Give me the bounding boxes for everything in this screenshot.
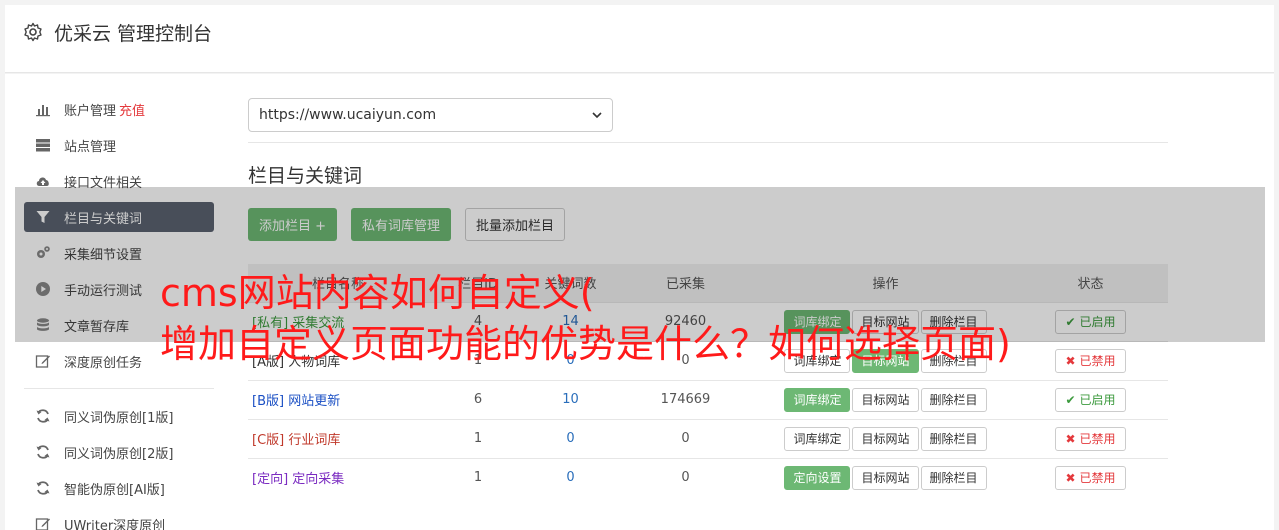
sidebar-item-collect-settings[interactable]: 采集细节设置: [24, 238, 214, 268]
sidebar-item-label: 智能伪原创[AI版]: [64, 482, 165, 498]
sidebar-item-label: 同义词伪原创[2版]: [64, 446, 174, 462]
sidebar-item-synonym-v2[interactable]: 同义词伪原创[2版]: [24, 437, 214, 467]
column-name-cell[interactable]: [B版] 网站更新: [248, 379, 428, 419]
server-icon: [35, 137, 51, 153]
table-row: [C版] 行业词库 1 0 0 词库绑定 目标网站 删除栏目 ✖ 已禁用: [248, 418, 1168, 458]
column-tag: [B版]: [252, 394, 285, 409]
keyword-count-cell[interactable]: 0: [528, 418, 613, 458]
collected-count-cell: 174669: [613, 379, 758, 419]
status-toggle[interactable]: ✖ 已禁用: [1054, 465, 1127, 490]
batch-add-button[interactable]: 批量添加栏目: [465, 208, 566, 241]
content-area: https://www.ucaiyun.com 栏目与关键词 添加栏目 + 私有…: [248, 98, 1168, 497]
overlay-caption: cms网站内容如何自定义( 增加自定义页面功能的优势是什么？如何选择页面): [160, 268, 1160, 370]
status-label: 已禁用: [1079, 470, 1116, 485]
sidebar-item-label: 手动运行测试: [64, 283, 143, 299]
close-icon: ✖: [1065, 470, 1076, 485]
page-title: 优采云 管理控制台: [54, 23, 213, 45]
delete-column-button[interactable]: 删除栏目: [920, 426, 987, 451]
refresh-icon: [35, 408, 51, 424]
sidebar-item-ai-rewrite[interactable]: 智能伪原创[AI版]: [24, 473, 214, 503]
play-circle-icon: [35, 281, 51, 297]
chevron-down-icon: [592, 112, 602, 119]
collected-count-cell: 0: [613, 457, 758, 497]
add-column-button[interactable]: 添加栏目 +: [248, 208, 338, 241]
check-icon: ✔: [1065, 392, 1076, 407]
cloud-upload-icon: [35, 173, 51, 189]
sidebar-item-account[interactable]: 账户管理 充值: [24, 94, 214, 124]
sidebar-item-columns[interactable]: 栏目与关键词: [24, 202, 214, 232]
delete-column-button[interactable]: 删除栏目: [920, 387, 987, 412]
sidebar-item-label: 接口文件相关: [64, 175, 143, 191]
actions-cell: 词库绑定 目标网站 删除栏目: [758, 379, 1013, 419]
actions-cell: 词库绑定 目标网站 删除栏目: [758, 418, 1013, 458]
overlay-line-1: cms网站内容如何自定义(: [160, 271, 595, 315]
delete-column-button[interactable]: 删除栏目: [920, 465, 987, 490]
cogs-icon: [35, 245, 51, 261]
column-id-cell: 1: [428, 418, 528, 458]
bind-lib-button[interactable]: 词库绑定: [784, 387, 851, 412]
close-icon: ✖: [1065, 431, 1076, 446]
bar-chart-icon: [35, 101, 51, 117]
divider: [248, 142, 1168, 143]
refresh-icon: [35, 480, 51, 496]
app-header: 优采云 管理控制台: [5, 5, 1274, 73]
column-tag: [定向]: [252, 472, 289, 488]
sidebar-item-label: UWriter深度原创: [64, 518, 166, 530]
sidebar-item-label: 账户管理: [64, 103, 117, 119]
section-title: 栏目与关键词: [248, 165, 363, 187]
status-label: 已禁用: [1079, 431, 1116, 446]
status-cell: ✔ 已启用: [1013, 379, 1168, 419]
column-name-cell[interactable]: [C版] 行业词库: [248, 418, 428, 458]
database-icon: [35, 317, 51, 333]
site-select-value: https://www.ucaiyun.com: [259, 107, 437, 123]
sidebar-divider: [24, 388, 214, 389]
column-id-cell: 1: [428, 457, 528, 497]
keyword-count-cell[interactable]: 0: [528, 457, 613, 497]
status-toggle[interactable]: ✖ 已禁用: [1054, 426, 1127, 451]
target-site-button[interactable]: 目标网站: [852, 387, 919, 412]
column-name: 行业词库: [288, 433, 341, 448]
edit-icon: [35, 353, 51, 369]
site-select[interactable]: https://www.ucaiyun.com: [248, 98, 613, 132]
status-cell: ✖ 已禁用: [1013, 418, 1168, 458]
overlay-line-2: 增加自定义页面功能的优势是什么？如何选择页面): [160, 322, 1011, 366]
toolbar: 添加栏目 + 私有词库管理 批量添加栏目: [248, 208, 566, 241]
private-lib-button[interactable]: 私有词库管理: [351, 208, 452, 241]
target-site-button[interactable]: 目标网站: [852, 465, 919, 490]
column-name: 网站更新: [288, 394, 341, 409]
filter-icon: [35, 209, 51, 225]
actions-cell: 定向设置 目标网站 删除栏目: [758, 457, 1013, 497]
sidebar-item-interface[interactable]: 接口文件相关: [24, 166, 214, 196]
status-toggle[interactable]: ✔ 已启用: [1054, 387, 1127, 412]
column-id-cell: 6: [428, 379, 528, 419]
sidebar-item-sites[interactable]: 站点管理: [24, 130, 214, 160]
gear-icon: [24, 22, 42, 42]
sidebar-item-label: 深度原创任务: [64, 355, 143, 371]
status-cell: ✖ 已禁用: [1013, 457, 1168, 497]
sidebar-item-label: 站点管理: [64, 139, 117, 155]
sidebar-item-uwriter[interactable]: UWriter深度原创: [24, 509, 214, 530]
table-row: [定向] 定向采集 1 0 0 定向设置 目标网站 删除栏目 ✖ 已禁用: [248, 457, 1168, 497]
recharge-link[interactable]: 充值: [119, 100, 145, 119]
status-label: 已启用: [1079, 392, 1116, 407]
sidebar-item-label: 同义词伪原创[1版]: [64, 410, 174, 426]
column-name: 定向采集: [292, 472, 345, 488]
keyword-count-cell[interactable]: 10: [528, 379, 613, 419]
column-tag: [C版]: [252, 433, 285, 448]
column-name-cell[interactable]: [定向] 定向采集: [248, 457, 428, 497]
table-row: [B版] 网站更新 6 10 174669 词库绑定 目标网站 删除栏目 ✔ 已启用: [248, 379, 1168, 419]
target-site-button[interactable]: 目标网站: [852, 426, 919, 451]
refresh-icon: [35, 444, 51, 460]
sidebar-item-label: 采集细节设置: [64, 247, 143, 263]
sidebar-item-label: 栏目与关键词: [64, 211, 143, 227]
edit-icon: [35, 516, 51, 530]
bind-lib-button[interactable]: 定向设置: [784, 465, 851, 490]
sidebar-item-label: 文章暂存库: [64, 319, 130, 335]
bind-lib-button[interactable]: 词库绑定: [784, 426, 851, 451]
sidebar-item-synonym-v1[interactable]: 同义词伪原创[1版]: [24, 401, 214, 431]
collected-count-cell: 0: [613, 418, 758, 458]
